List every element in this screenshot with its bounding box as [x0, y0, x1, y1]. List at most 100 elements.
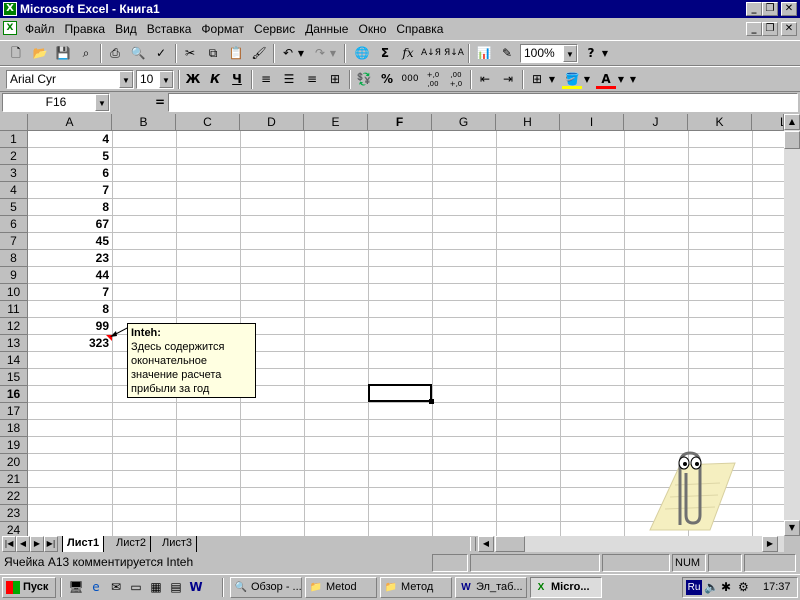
borders-icon[interactable]: ⊞	[527, 70, 547, 89]
hyperlink-icon[interactable]: 🌐	[352, 44, 372, 63]
name-box-dropdown-icon[interactable]: ▼	[95, 94, 109, 111]
row-header-1[interactable]: 1	[0, 131, 28, 148]
workbook-icon[interactable]: X	[3, 21, 17, 35]
horizontal-scroll-thumb[interactable]	[495, 536, 525, 552]
percent-button[interactable]: %	[377, 70, 397, 89]
sort-ascending-icon[interactable]: A↓Я	[421, 44, 441, 63]
show-desktop-icon[interactable]: ▭	[126, 578, 146, 597]
increase-decimal-button[interactable]: +,0 ,00	[423, 70, 443, 90]
tray-bug-icon[interactable]: ✱	[721, 580, 731, 594]
column-header-g[interactable]: G	[432, 114, 496, 131]
cell-a22[interactable]	[28, 488, 112, 505]
doc-close-button[interactable]: ✕	[781, 22, 797, 36]
cell-a3[interactable]: 6	[28, 165, 112, 182]
sheet-tab-2[interactable]: Лист2	[112, 536, 152, 552]
select-all-corner[interactable]	[0, 114, 28, 131]
formula-input[interactable]	[168, 93, 798, 112]
row-header-17[interactable]: 17	[0, 403, 28, 420]
cell-a20[interactable]	[28, 454, 112, 471]
minimize-button[interactable]: _	[746, 2, 762, 16]
excel-app-icon[interactable]: X	[3, 2, 17, 16]
borders-dropdown-icon[interactable]: ▼	[547, 70, 557, 89]
cell-a2[interactable]: 5	[28, 148, 112, 165]
cell-a11[interactable]: 8	[28, 301, 112, 318]
save-icon[interactable]: 💾	[53, 44, 73, 63]
row-header-15[interactable]: 15	[0, 369, 28, 386]
thousands-button[interactable]: 000	[400, 70, 420, 89]
column-header-f[interactable]: F	[368, 114, 432, 131]
font-name-dropdown-icon[interactable]: ▼	[119, 71, 133, 88]
scroll-right-icon[interactable]: ▶	[762, 536, 778, 552]
redo-icon[interactable]: ↷	[310, 44, 330, 63]
column-header-c[interactable]: C	[176, 114, 240, 131]
copy-icon[interactable]: ⧉	[203, 44, 223, 63]
taskbar-item-metod[interactable]: 📁 Metod	[305, 577, 377, 598]
column-header-h[interactable]: H	[496, 114, 560, 131]
menu-view[interactable]: Вид	[110, 22, 142, 36]
column-header-a[interactable]: A	[28, 114, 112, 131]
tab-split-handle[interactable]	[470, 537, 476, 551]
decrease-indent-icon[interactable]: ⇤	[475, 70, 495, 89]
fill-color-icon[interactable]: 🪣	[562, 70, 582, 89]
outlook-icon[interactable]: ✉	[106, 578, 126, 597]
start-button[interactable]: Пуск	[2, 577, 56, 598]
first-sheet-icon[interactable]: |◀	[2, 536, 16, 552]
scroll-left-icon[interactable]: ◀	[478, 536, 494, 552]
undo-dropdown-icon[interactable]: ▼	[296, 44, 306, 63]
sheet-tab-3[interactable]: Лист3	[158, 536, 198, 552]
row-header-9[interactable]: 9	[0, 267, 28, 284]
row-header-20[interactable]: 20	[0, 454, 28, 471]
paste-icon[interactable]: 📋	[226, 44, 246, 63]
sheet-tab-1[interactable]: Лист1	[62, 536, 105, 553]
underline-button[interactable]: Ч	[227, 70, 247, 89]
scroll-down-icon[interactable]: ▼	[784, 520, 800, 536]
print-preview-icon[interactable]: 🔍	[128, 44, 148, 63]
row-header-2[interactable]: 2	[0, 148, 28, 165]
row-header-3[interactable]: 3	[0, 165, 28, 182]
maximize-button[interactable]: ❐	[762, 2, 778, 16]
taskbar-item-excel[interactable]: X Micro...	[530, 577, 602, 598]
scroll-up-icon[interactable]: ▲	[784, 114, 800, 130]
font-name-combo[interactable]: Arial Cyr ▼	[6, 70, 134, 89]
help-icon[interactable]: ?	[581, 44, 601, 63]
doc-restore-button[interactable]: ❐	[762, 22, 778, 36]
row-header-11[interactable]: 11	[0, 301, 28, 318]
open-icon[interactable]: 📂	[30, 44, 50, 63]
cell-a12[interactable]: 99	[28, 318, 112, 335]
word-quicklaunch-icon[interactable]: W	[186, 578, 206, 597]
bold-button[interactable]: Ж	[183, 70, 203, 89]
vertical-scrollbar[interactable]: ▲ ▼	[784, 114, 800, 536]
cell-a1[interactable]: 4	[28, 131, 112, 148]
row-header-21[interactable]: 21	[0, 471, 28, 488]
taskbar-item-metod-ru[interactable]: 📁 Метод	[380, 577, 452, 598]
cell-a17[interactable]	[28, 403, 112, 420]
doc-minimize-button[interactable]: _	[746, 22, 762, 36]
binoculars-icon[interactable]: ⌕	[76, 44, 96, 63]
vertical-scroll-thumb[interactable]	[784, 131, 800, 149]
font-color-dropdown-icon[interactable]: ▼	[616, 70, 626, 89]
new-icon[interactable]: 🗋	[6, 44, 26, 63]
font-size-combo[interactable]: 10 ▼	[136, 70, 174, 89]
font-size-dropdown-icon[interactable]: ▼	[159, 71, 173, 88]
row-header-5[interactable]: 5	[0, 199, 28, 216]
decrease-decimal-button[interactable]: ,00 +,0	[446, 70, 466, 90]
column-header-b[interactable]: B	[112, 114, 176, 131]
row-header-23[interactable]: 23	[0, 505, 28, 522]
cell-a4[interactable]: 7	[28, 182, 112, 199]
cell-a7[interactable]: 45	[28, 233, 112, 250]
cell-a10[interactable]: 7	[28, 284, 112, 301]
menu-help[interactable]: Справка	[391, 22, 448, 36]
cell-a18[interactable]	[28, 420, 112, 437]
menu-insert[interactable]: Вставка	[142, 22, 197, 36]
row-header-6[interactable]: 6	[0, 216, 28, 233]
merge-center-icon[interactable]: ⊞	[325, 70, 345, 89]
language-indicator[interactable]: Ru	[686, 580, 702, 595]
redo-dropdown-icon[interactable]: ▼	[328, 44, 338, 63]
row-header-16[interactable]: 16	[0, 386, 28, 403]
powerpoint-quicklaunch-icon[interactable]: ▤	[166, 578, 186, 597]
undo-icon[interactable]: ↶	[278, 44, 298, 63]
align-center-icon[interactable]: ☰	[279, 70, 299, 89]
cell-a8[interactable]: 23	[28, 250, 112, 267]
fill-handle[interactable]	[429, 399, 434, 404]
column-header-j[interactable]: J	[624, 114, 688, 131]
